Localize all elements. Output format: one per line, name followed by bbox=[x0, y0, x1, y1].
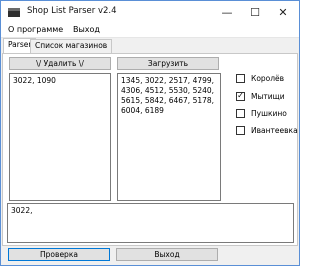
close-button[interactable]: ✕ bbox=[269, 1, 297, 23]
checkbox-label: Королёв bbox=[251, 73, 285, 83]
result-output[interactable]: 3022, bbox=[7, 203, 294, 243]
app-icon bbox=[8, 8, 20, 17]
exit-button[interactable]: Выход bbox=[116, 248, 218, 261]
parser-panel: \/ Удалить \/ Загрузить 3022, 1090 1345,… bbox=[2, 53, 298, 246]
delete-button[interactable]: \/ Удалить \/ bbox=[9, 57, 111, 70]
checkmark-icon[interactable]: ✓ bbox=[236, 91, 245, 101]
store-checkbox-mytishchi[interactable]: ✓ Мытищи bbox=[236, 90, 285, 102]
selected-codes-list[interactable]: 3022, 1090 bbox=[9, 73, 111, 201]
checkbox-label: Ивантеевка bbox=[251, 125, 298, 135]
tab-strip: Parser Список магазинов bbox=[1, 38, 299, 53]
app-window: Shop List Parser v2.4 — ☐ ✕ О программе … bbox=[0, 0, 300, 266]
tab-store-list[interactable]: Список магазинов bbox=[30, 39, 113, 53]
menu-about[interactable]: О программе bbox=[8, 25, 63, 34]
window-title: Shop List Parser v2.4 bbox=[27, 6, 117, 16]
load-button[interactable]: Загрузить bbox=[117, 57, 219, 70]
menu-bar: О программе Выход bbox=[1, 23, 299, 38]
store-checkbox-pushkino[interactable]: Пушкино bbox=[236, 107, 287, 119]
title-bar[interactable]: Shop List Parser v2.4 — ☐ ✕ bbox=[1, 1, 299, 23]
menu-exit[interactable]: Выход bbox=[73, 25, 100, 34]
close-icon: ✕ bbox=[278, 5, 288, 19]
minimize-icon: — bbox=[221, 5, 233, 19]
checkbox-icon[interactable] bbox=[236, 73, 245, 83]
checkbox-label: Мытищи bbox=[251, 91, 285, 101]
store-checkbox-korolev[interactable]: Королёв bbox=[236, 72, 284, 84]
check-button[interactable]: Проверка bbox=[8, 248, 110, 261]
minimize-button[interactable]: — bbox=[213, 1, 241, 23]
loaded-codes-list[interactable]: 1345, 3022, 2517, 4799, 4306, 4512, 5530… bbox=[117, 73, 221, 201]
maximize-button[interactable]: ☐ bbox=[241, 1, 269, 23]
checkbox-icon[interactable] bbox=[236, 108, 245, 118]
store-checkbox-ivanteevka[interactable]: Ивантеевка bbox=[236, 124, 298, 136]
checkbox-label: Пушкино bbox=[251, 108, 287, 118]
maximize-icon: ☐ bbox=[250, 5, 260, 19]
checkbox-icon[interactable] bbox=[236, 125, 245, 135]
